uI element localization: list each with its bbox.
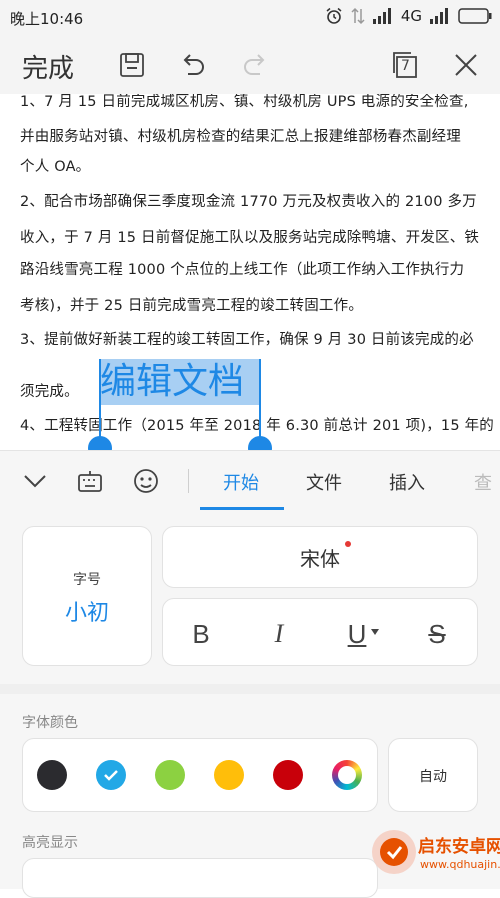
doc-line: 收入，于 7 月 15 日前督促施工队以及服务站完成除鸭塘、开发区、铁: [20, 230, 480, 246]
color-swatch-yellow[interactable]: [214, 760, 244, 790]
color-swatch-black[interactable]: [37, 760, 67, 790]
close-icon[interactable]: [451, 50, 481, 80]
tab-separator: [188, 469, 189, 493]
done-button[interactable]: 完成: [22, 48, 74, 85]
signal-icon: [372, 8, 391, 24]
collapse-chevron-icon[interactable]: [22, 467, 48, 493]
font-color-swatches: [22, 738, 378, 812]
tab-review[interactable]: 查: [474, 469, 492, 495]
custom-color-wheel-icon[interactable]: [332, 760, 362, 790]
save-icon[interactable]: [117, 50, 147, 80]
color-swatch-green[interactable]: [155, 760, 185, 790]
doc-line: 并由服务站对镇、村级机房检查的结果汇总上报建维部杨春杰副经理: [20, 129, 461, 145]
doc-line: 2、配合市场部确保三季度现金流 1770 万元及权责收入的 2100 多万: [20, 194, 477, 210]
doc-line: 考核)，并于 25 日前完成雪亮工程的竣工转固工作。: [20, 298, 364, 314]
auto-color-button[interactable]: 自动: [388, 738, 478, 812]
page-count: 7: [401, 58, 410, 74]
selection-handle-start[interactable]: [88, 436, 112, 450]
site-watermark: 启东安卓网 www.qdhuajin.com: [372, 826, 500, 886]
auto-color-label: 自动: [419, 769, 447, 785]
doc-line: 4、工程转固工作（2015 年至 2018 年 6.30 前总计 201 项)，…: [20, 418, 494, 434]
tab-file[interactable]: 文件: [306, 469, 342, 495]
italic-button[interactable]: I: [257, 617, 301, 651]
strikethrough-button[interactable]: S: [415, 617, 459, 651]
new-indicator-dot: [345, 541, 351, 547]
font-size-label: 字号: [73, 572, 101, 588]
font-color-label: 字体颜色: [22, 715, 78, 731]
status-icons: 4G: [325, 7, 492, 25]
network-type: 4G: [400, 7, 422, 25]
check-icon: [104, 770, 118, 781]
bold-button[interactable]: B: [179, 617, 223, 651]
pages-button[interactable]: 7: [390, 50, 420, 80]
font-size-value: 小初: [64, 601, 109, 626]
selection-handle-start-line: [99, 359, 101, 441]
redo-icon[interactable]: [240, 50, 270, 80]
watermark-logo-icon: [372, 830, 416, 874]
status-bar: 晚上10:46 4G: [0, 0, 500, 34]
font-style-group: B I U S: [162, 598, 478, 666]
signal-icon-2: [430, 8, 448, 24]
keyboard-icon[interactable]: [76, 467, 104, 495]
battery-icon: [458, 8, 492, 24]
selection-handle-end[interactable]: [248, 436, 272, 450]
doc-line: 3、提前做好新装工程的竣工转固工作，确保 9 月 30 日前该完成的必: [20, 332, 474, 348]
doc-line: 1、7 月 15 日前完成城区机房、镇、村级机房 UPS 电源的安全检查,: [20, 94, 469, 110]
tab-insert[interactable]: 插入: [389, 469, 425, 495]
doc-line: 个人 OA。: [20, 159, 91, 175]
format-tab-bar: 开始 文件 插入 查: [0, 450, 500, 511]
font-name-value: 宋体: [300, 547, 340, 571]
sticker-icon[interactable]: [132, 467, 160, 495]
selection-handle-end-line: [259, 359, 261, 441]
data-transfer-icon: [351, 7, 365, 25]
color-swatch-red[interactable]: [273, 760, 303, 790]
font-size-button[interactable]: 字号 小初: [22, 526, 152, 666]
selected-text[interactable]: 编辑文档: [100, 359, 244, 405]
status-time: 晚上10:46: [10, 10, 84, 28]
font-name-button[interactable]: 宋体: [162, 526, 478, 588]
underline-dropdown-icon[interactable]: [371, 629, 379, 635]
color-swatch-blue[interactable]: [96, 760, 126, 790]
alarm-icon: [326, 7, 342, 24]
undo-icon[interactable]: [178, 50, 208, 80]
tab-home[interactable]: 开始: [223, 469, 259, 495]
watermark-title: 启东安卓网: [418, 837, 500, 857]
doc-line: 须完成。: [20, 384, 79, 400]
doc-line: 路沿线雪亮工程 1000 个点位的上线工作（此项工作纳入工作执行力: [20, 262, 465, 278]
highlight-label: 高亮显示: [22, 835, 78, 851]
editor-toolbar: 完成 7: [0, 34, 500, 94]
section-divider: [0, 684, 500, 694]
highlight-swatches: [22, 858, 378, 898]
document-body[interactable]: 1、7 月 15 日前完成城区机房、镇、村级机房 UPS 电源的安全检查, 并由…: [0, 94, 500, 450]
watermark-url: www.qdhuajin.com: [420, 858, 500, 871]
